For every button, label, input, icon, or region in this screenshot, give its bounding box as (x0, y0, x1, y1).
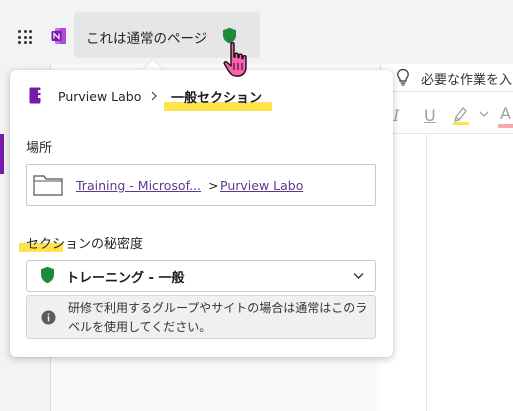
app-launcher-icon[interactable] (18, 30, 32, 44)
location-link-group[interactable]: Training - Microsof... (76, 178, 201, 193)
notebook-icon (29, 87, 41, 104)
font-color-button[interactable]: A (500, 104, 511, 123)
location-link-notebook[interactable]: Purview Labo (220, 178, 303, 193)
sensitivity-heading: セクションの秘密度 (26, 237, 144, 252)
italic-button[interactable]: I (393, 106, 399, 125)
tell-me-placeholder: 必要な作業を入 (421, 73, 513, 88)
location-heading: 場所 (26, 141, 53, 156)
info-icon (41, 310, 56, 325)
font-color-swatch (498, 124, 513, 128)
shield-icon (41, 266, 54, 284)
format-toolbar (380, 96, 513, 134)
pointer-cursor-icon (223, 42, 247, 77)
highlighter-icon[interactable] (452, 104, 470, 126)
page-margin-line (426, 134, 427, 411)
chevron-down-icon[interactable] (353, 272, 364, 280)
underline-button[interactable]: U (424, 106, 436, 125)
breadcrumb-notebook: Purview Labo (58, 89, 142, 104)
onenote-icon[interactable] (51, 27, 67, 45)
breadcrumb-section: 一般セクション (171, 91, 263, 106)
location-separator: > (208, 178, 219, 193)
sensitivity-selected-value: トレーニング - 一般 (66, 271, 185, 286)
sensitivity-info-text: 研修で利用するグループやサイトの場合は通常はこのラベルを使用してください。 (68, 301, 368, 334)
folder-icon (33, 175, 63, 196)
chevron-right-icon (151, 91, 157, 101)
chevron-down-icon[interactable] (479, 110, 489, 118)
lightbulb-icon (397, 68, 409, 86)
page-title: これは通常のページ (86, 31, 208, 47)
selected-section-indicator (0, 134, 4, 174)
